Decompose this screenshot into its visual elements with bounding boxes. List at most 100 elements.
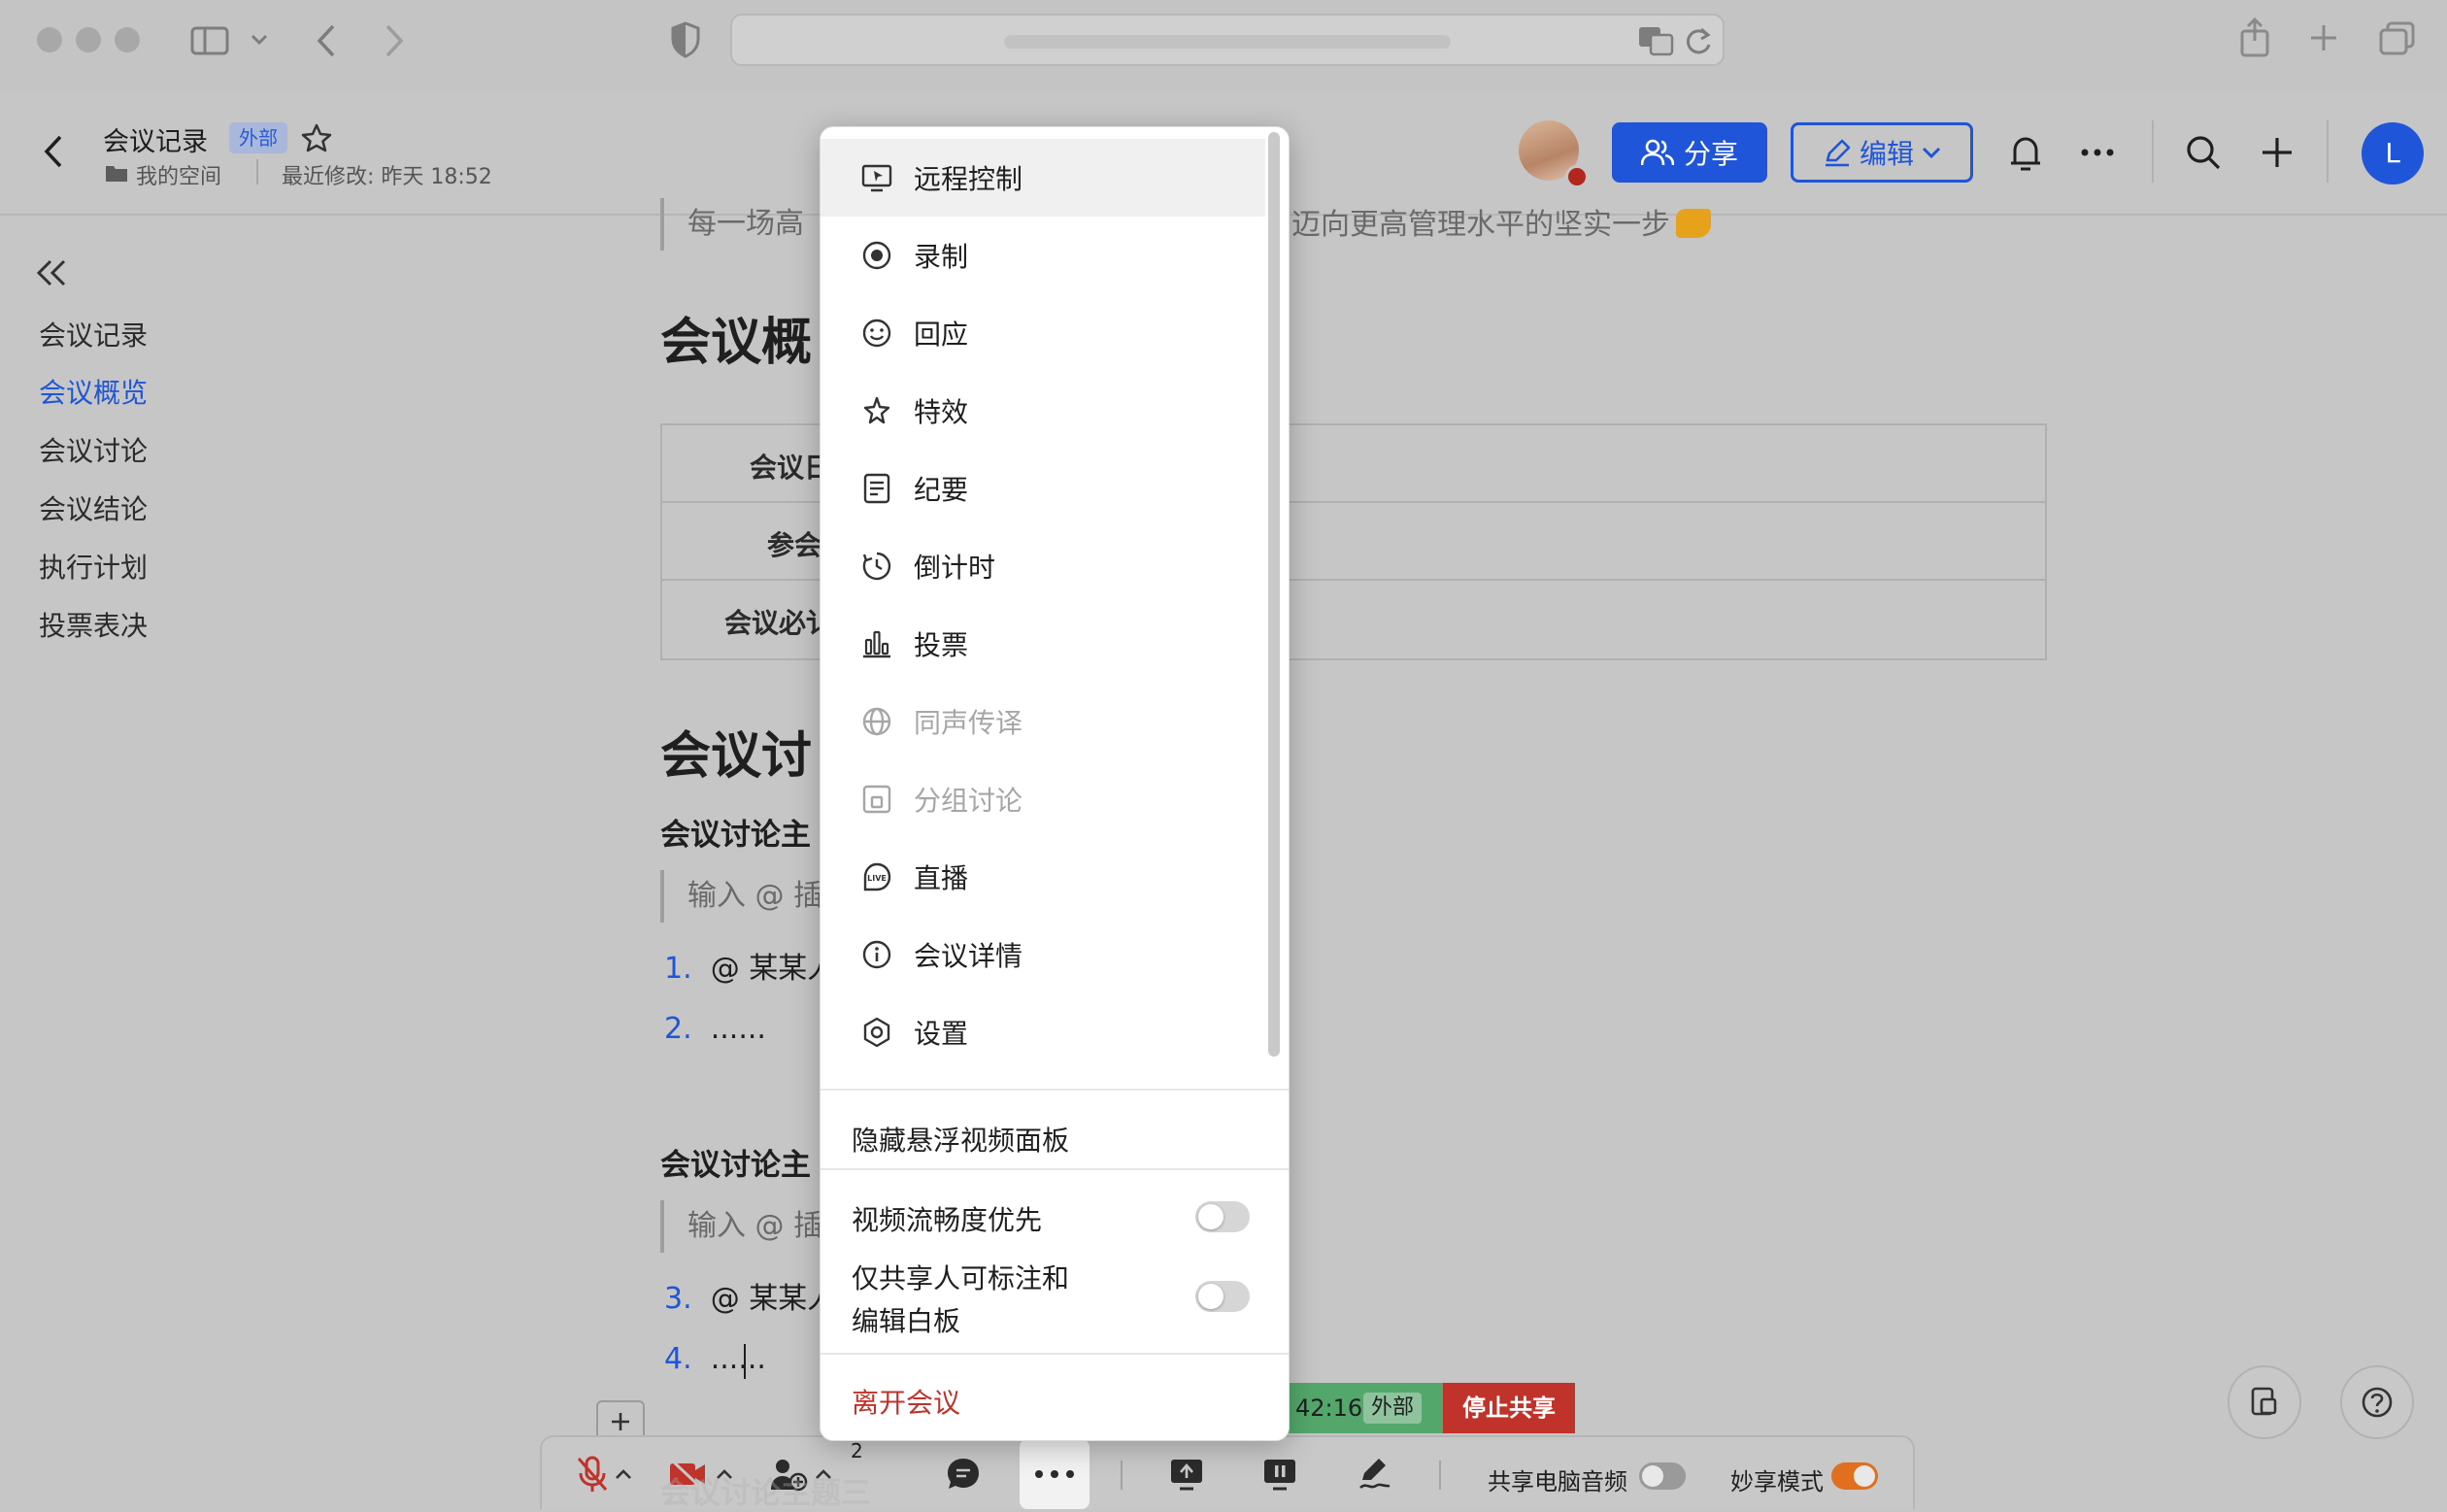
annotate-only-label-line1: 仅共享人可标注和: [852, 1262, 1070, 1294]
flexed-biceps-icon: [1676, 209, 1711, 238]
more-icon[interactable]: [2080, 148, 2115, 157]
outline-item-execution-plan[interactable]: 执行计划: [39, 547, 148, 586]
help-button[interactable]: [2340, 1365, 2414, 1439]
toolbar-divider: [1121, 1461, 1123, 1490]
intro-quote-tail: 迈向更高管理水平的坚实一步: [1291, 208, 1670, 242]
intro-quote-text: 每一场高: [687, 207, 804, 241]
outline-item-meeting-record[interactable]: 会议记录: [39, 315, 148, 353]
more-button[interactable]: [1020, 1439, 1089, 1509]
annotate-icon[interactable]: [1354, 1453, 1396, 1495]
menu-item-reaction[interactable]: 回应: [821, 294, 1265, 372]
list-text[interactable]: @ 某某人: [711, 1282, 837, 1316]
new-tab-icon[interactable]: [2309, 23, 2338, 52]
user-avatar[interactable]: L: [2362, 122, 2424, 185]
menu-item-label: 直播: [914, 862, 969, 894]
back-icon[interactable]: [43, 134, 64, 169]
list-text[interactable]: ......: [711, 1012, 766, 1046]
share-sheet-icon[interactable]: [2239, 17, 2270, 58]
more-icon: [1033, 1468, 1076, 1480]
menu-item-settings[interactable]: 设置: [821, 993, 1265, 1071]
text-cursor: [744, 1344, 746, 1379]
intro-quote-continued: 迈向更高管理水平的坚实一步: [1291, 200, 1711, 243]
share-audio-label: 共享电脑音频: [1488, 1468, 1627, 1495]
outline-item-vote[interactable]: 投票表决: [39, 605, 148, 644]
chevron-up-icon[interactable]: [612, 1453, 635, 1495]
search-icon[interactable]: [2185, 134, 2222, 171]
countdown-icon: [859, 549, 894, 584]
translate-icon[interactable]: [1637, 25, 1674, 56]
input-hint-block[interactable]: 输入 @ 插: [660, 1200, 843, 1253]
info-icon: [859, 937, 894, 972]
menu-item-meeting-info[interactable]: 会议详情: [821, 916, 1265, 993]
header-divider: [2327, 120, 2329, 183]
reload-icon[interactable]: [1684, 25, 1713, 56]
share-label: 分享: [1683, 138, 1738, 170]
menu-item-record[interactable]: 录制: [821, 217, 1265, 294]
menu-item-label: 倒计时: [914, 552, 996, 584]
menu-item-label: 回应: [914, 319, 969, 351]
input-hint-block[interactable]: 输入 @ 插: [660, 870, 843, 923]
video-smooth-toggle[interactable]: [1195, 1201, 1250, 1232]
add-icon[interactable]: [2261, 136, 2294, 169]
menu-item-vote[interactable]: 投票: [821, 605, 1265, 683]
leave-meeting-item[interactable]: 离开会议: [852, 1382, 960, 1421]
chevron-down-icon: [1922, 146, 1941, 159]
pause-share-icon[interactable]: [1258, 1453, 1301, 1495]
smart-share-toggle[interactable]: [1831, 1462, 1878, 1490]
external-badge: 外部: [229, 122, 287, 153]
collapse-outline-icon[interactable]: [35, 258, 68, 287]
menu-item-remote-control[interactable]: 远程控制: [821, 139, 1265, 217]
meta-divider: [256, 159, 258, 185]
presence-dot: [1565, 165, 1589, 188]
doc-info-button[interactable]: [2228, 1365, 2301, 1439]
annotate-only-toggle[interactable]: [1195, 1281, 1250, 1312]
menu-scrollbar[interactable]: [1268, 132, 1280, 1057]
sidebar-toggle-icon[interactable]: [190, 25, 231, 56]
tab-overview-icon[interactable]: [2379, 21, 2416, 56]
users-icon: [1640, 139, 1674, 166]
menu-item-effects[interactable]: 特效: [821, 372, 1265, 450]
input-hint-text: 输入 @ 插: [687, 879, 823, 913]
address-bar[interactable]: [730, 14, 1725, 66]
list-text[interactable]: ......: [711, 1342, 766, 1376]
vote-icon: [859, 626, 894, 661]
mic-muted-icon[interactable]: [571, 1453, 614, 1495]
chevron-down-icon[interactable]: [251, 33, 268, 47]
menu-item-label: 远程控制: [914, 163, 1023, 195]
share-screen-icon[interactable]: [1165, 1453, 1208, 1495]
stop-share-button[interactable]: 停止共享: [1443, 1383, 1575, 1433]
help-icon: [2361, 1386, 2394, 1419]
outline-item-conclusion[interactable]: 会议结论: [39, 488, 148, 527]
back-icon[interactable]: [315, 23, 338, 58]
smart-share-label: 妙享模式: [1730, 1468, 1824, 1495]
menu-item-countdown[interactable]: 倒计时: [821, 527, 1265, 605]
window-zoom-button[interactable]: [115, 27, 140, 52]
list-number: 4.: [664, 1342, 692, 1376]
list-number: 1.: [664, 952, 692, 986]
document-icon: [2250, 1386, 2279, 1419]
video-smooth-label: 视频流畅度优先: [852, 1204, 1043, 1236]
menu-item-minutes[interactable]: 纪要: [821, 450, 1265, 527]
bell-icon[interactable]: [2008, 134, 2043, 173]
faded-topic-three: 会议讨论主题三: [660, 1476, 871, 1511]
list-text[interactable]: @ 某某人: [711, 952, 837, 986]
hide-floating-panel-item[interactable]: 隐藏悬浮视频面板: [852, 1120, 1069, 1159]
menu-item-label: 纪要: [914, 474, 969, 506]
window-minimize-button[interactable]: [76, 27, 101, 52]
star-icon[interactable]: [301, 122, 332, 153]
breadcrumb-space[interactable]: 我的空间: [136, 159, 221, 190]
outline-item-discussion[interactable]: 会议讨论: [39, 430, 148, 469]
topic-one-heading: 会议讨论主: [660, 818, 811, 853]
outline-item-overview[interactable]: 会议概览: [39, 372, 148, 411]
menu-item-label: 录制: [914, 241, 969, 273]
menu-item-label: 设置: [914, 1018, 969, 1050]
window-close-button[interactable]: [37, 27, 62, 52]
edit-button[interactable]: 编辑: [1791, 122, 1973, 183]
forward-icon[interactable]: [383, 23, 406, 58]
annotate-only-label-line2: 编辑白板: [852, 1305, 961, 1337]
share-audio-toggle[interactable]: [1639, 1462, 1686, 1490]
shield-icon[interactable]: [670, 21, 701, 58]
menu-item-live[interactable]: LIVE 直播: [821, 838, 1265, 916]
share-button[interactable]: 分享: [1612, 122, 1767, 183]
chat-icon[interactable]: [942, 1453, 985, 1495]
